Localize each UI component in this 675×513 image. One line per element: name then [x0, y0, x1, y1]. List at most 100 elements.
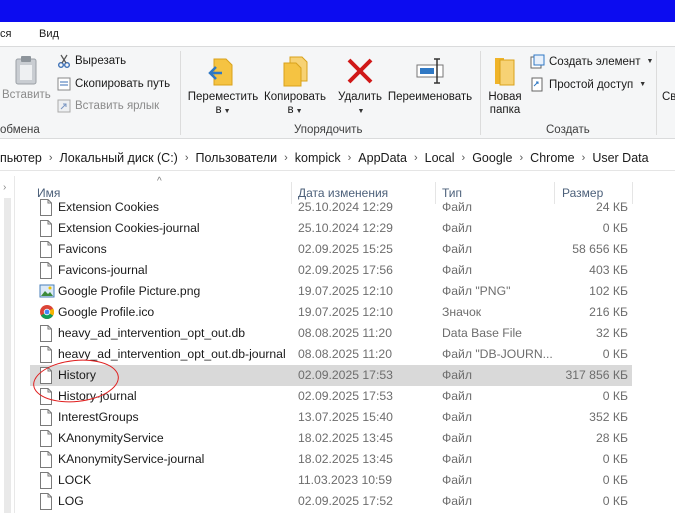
file-name: heavy_ad_intervention_opt_out.db	[58, 326, 246, 340]
breadcrumb-item[interactable]: Локальный диск (C:)	[60, 151, 178, 165]
file-icon	[39, 199, 53, 219]
file-size: 24 КБ	[595, 200, 628, 214]
scissors-icon	[58, 54, 70, 68]
file-icon	[39, 472, 53, 492]
menu-bar: ся Вид	[0, 22, 675, 46]
file-type: Файл	[442, 494, 472, 508]
breadcrumb-item[interactable]: Google	[472, 151, 512, 165]
file-row[interactable]: KAnonymityService 18.02.2025 13:45 Файл 28 …	[30, 428, 632, 449]
sort-up-icon: ^	[157, 176, 162, 187]
file-size: 317 856 КБ	[565, 368, 628, 382]
file-size: 58 656 КБ	[572, 242, 628, 256]
breadcrumb-separator-icon[interactable]: ›	[582, 152, 586, 164]
file-name: KAnonymityService	[58, 431, 164, 445]
file-row[interactable]: Google Profile Picture.png 19.07.2025 12:…	[30, 281, 632, 302]
chevron-right-icon[interactable]: ›	[3, 182, 6, 193]
breadcrumb-separator-icon[interactable]: ›	[185, 152, 189, 164]
file-date: 19.07.2025 12:10	[298, 305, 393, 319]
file-date: 19.07.2025 12:10	[298, 284, 393, 298]
breadcrumb-separator-icon[interactable]: ›	[414, 152, 418, 164]
file-type: Файл "PNG"	[442, 284, 511, 298]
file-row[interactable]: InterestGroups 13.07.2025 15:40 Файл 352 КБ	[30, 407, 632, 428]
properties-button-partial[interactable]: Св	[662, 91, 675, 104]
breadcrumb-item[interactable]: User Data	[592, 151, 648, 165]
breadcrumb-item[interactable]: kompick	[295, 151, 341, 165]
file-size: 32 КБ	[595, 326, 628, 340]
file-row[interactable]: Favicons 02.09.2025 15:25 Файл 58 656 КБ	[30, 239, 632, 260]
paste-button[interactable]: Вставить	[2, 55, 51, 102]
breadcrumb-separator-icon[interactable]: ›	[284, 152, 288, 164]
delete-button[interactable]: Удалить ▼	[334, 55, 386, 118]
file-row[interactable]: LOG 02.09.2025 17:52 Файл 0 КБ	[30, 491, 632, 512]
file-name: LOG	[58, 494, 84, 508]
file-name: heavy_ad_intervention_opt_out.db-journal	[58, 347, 286, 361]
file-row[interactable]: heavy_ad_intervention_opt_out.db 08.08.20…	[30, 323, 632, 344]
file-type: Файл "DB-JOURN...	[442, 347, 553, 361]
breadcrumb-item[interactable]: Local	[425, 151, 455, 165]
ribbon-separator	[656, 51, 657, 135]
rename-button[interactable]: Переименовать	[384, 55, 476, 104]
copy-to-button[interactable]: Копировать в ▼	[260, 55, 330, 118]
file-row[interactable]: Google Profile.ico 19.07.2025 12:10 Значок…	[30, 302, 632, 323]
file-type: Файл	[442, 200, 472, 214]
copy-path-button[interactable]: Скопировать путь	[57, 77, 170, 91]
file-name: Google Profile Picture.png	[58, 284, 201, 298]
breadcrumb-separator-icon[interactable]: ›	[348, 152, 352, 164]
file-row[interactable]: Extension Cookies-journal 25.10.2024 12:2…	[30, 218, 632, 239]
file-row[interactable]: heavy_ad_intervention_opt_out.db-journal…	[30, 344, 632, 365]
breadcrumb: пьютер › Локальный диск (C:) › Пользователи ›…	[0, 151, 649, 165]
file-row[interactable]: KAnonymityService-journal 18.02.2025 13:4…	[30, 449, 632, 470]
new-item-button[interactable]: Создать элемент ▼	[530, 54, 653, 69]
breadcrumb-item[interactable]: Пользователи	[196, 151, 278, 165]
breadcrumb-item[interactable]: Chrome	[530, 151, 574, 165]
file-icon	[39, 262, 53, 282]
cut-button[interactable]: Вырезать	[57, 54, 126, 68]
file-name: Extension Cookies-journal	[58, 221, 200, 235]
menu-item-view[interactable]: Вид	[39, 28, 59, 40]
breadcrumb-item[interactable]: пьютер	[0, 151, 42, 165]
navigation-pane-scrollbar[interactable]	[4, 198, 11, 513]
move-to-button[interactable]: Переместить в ▼	[186, 55, 260, 118]
file-type: Data Base File	[442, 326, 522, 340]
file-date: 08.08.2025 11:20	[298, 347, 392, 361]
ribbon: Вставить Вырезать Скопировать путь Встав…	[0, 46, 675, 139]
file-row[interactable]: Favicons-journal 02.09.2025 17:56 Файл 403 …	[30, 260, 632, 281]
file-icon	[39, 346, 53, 366]
file-name: KAnonymityService-journal	[58, 452, 205, 466]
breadcrumb-separator-icon[interactable]: ›	[462, 152, 466, 164]
file-list-scrollbar[interactable]	[633, 182, 675, 513]
file-date: 02.09.2025 17:53	[298, 368, 393, 382]
file-row[interactable]: History 02.09.2025 17:53 Файл 317 856 КБ	[30, 365, 632, 386]
file-icon	[39, 220, 53, 240]
file-type: Значок	[442, 305, 482, 319]
file-row[interactable]: LOCK 11.03.2023 10:59 Файл 0 КБ	[30, 470, 632, 491]
file-size: 28 КБ	[595, 431, 628, 445]
file-row[interactable]: History-journal 02.09.2025 17:53 Файл 0 КБ	[30, 386, 632, 407]
file-icon	[39, 409, 53, 429]
image-icon	[39, 283, 55, 302]
file-name: Favicons	[58, 242, 107, 256]
file-date: 25.10.2024 12:29	[298, 221, 393, 235]
breadcrumb-item[interactable]: AppData	[358, 151, 407, 165]
file-name: Favicons-journal	[58, 263, 148, 277]
breadcrumb-separator-icon[interactable]: ›	[520, 152, 524, 164]
file-date: 02.09.2025 15:25	[298, 242, 393, 256]
copy-to-icon	[283, 56, 308, 87]
new-folder-button[interactable]: Новая папка	[484, 55, 526, 117]
address-bar[interactable]: пьютер › Локальный диск (C:) › Пользователи ›…	[0, 145, 675, 171]
file-row[interactable]: Extension Cookies 25.10.2024 12:29 Файл 24 …	[30, 197, 632, 218]
file-name: Google Profile.ico	[58, 305, 155, 319]
file-icon	[39, 451, 53, 471]
file-icon	[39, 241, 53, 261]
easy-access-button[interactable]: Простой доступ ▼	[530, 77, 646, 92]
file-name: History-journal	[58, 389, 137, 403]
shortcut-icon	[57, 99, 71, 113]
new-item-icon	[530, 54, 545, 69]
paste-shortcut-button[interactable]: Вставить ярлык	[57, 99, 159, 113]
menu-item-partial[interactable]: ся	[0, 28, 11, 40]
file-size: 0 КБ	[602, 473, 628, 487]
file-icon	[39, 430, 53, 450]
group-label-clipboard: обмена	[0, 124, 40, 136]
breadcrumb-separator-icon[interactable]: ›	[49, 152, 53, 164]
move-to-icon	[208, 58, 233, 86]
